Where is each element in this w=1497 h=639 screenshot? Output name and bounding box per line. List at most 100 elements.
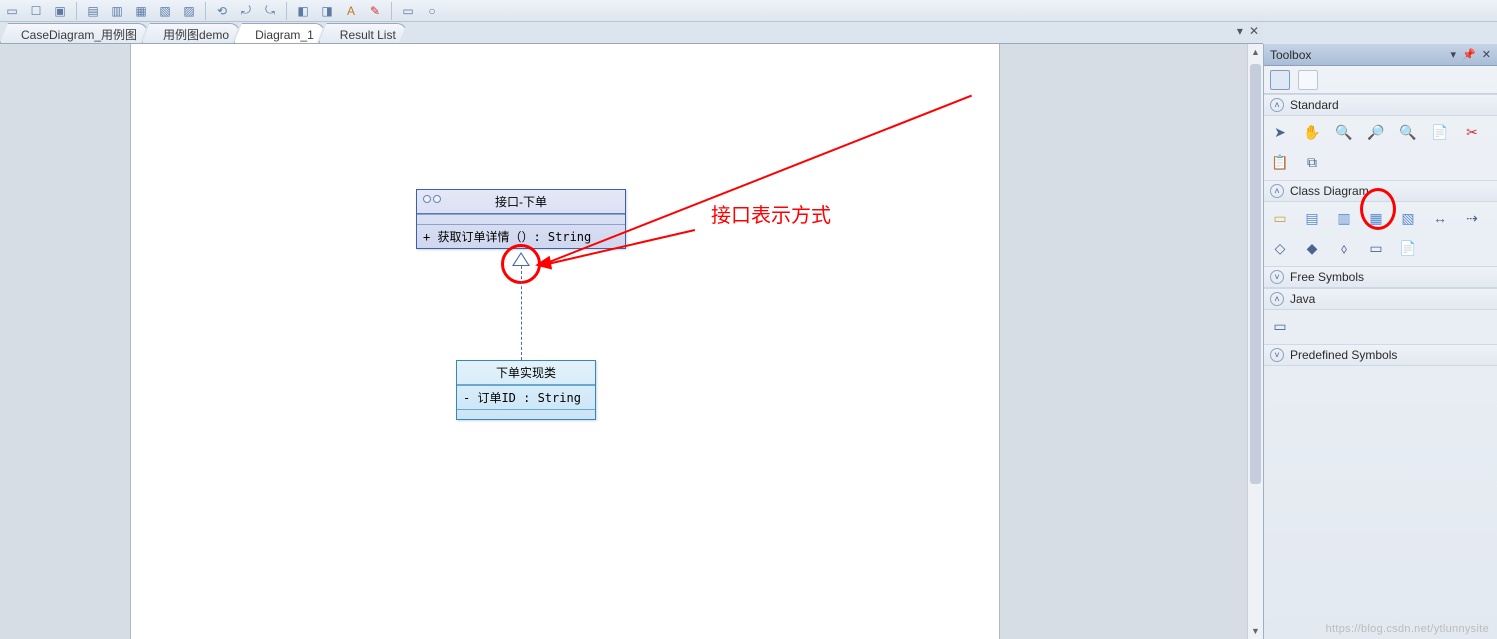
toolbox-titlebar[interactable]: Toolbox ▾ 📌 ✕ bbox=[1264, 44, 1497, 66]
section-body-classdiagram: ▭ ▤ ▥ ▦ ▧ ↔ ⇢ ◇ ◆ ⬨ ▭ 📄 bbox=[1264, 202, 1497, 266]
scroll-up-icon[interactable]: ▲ bbox=[1248, 44, 1263, 60]
lollipop-icon bbox=[423, 195, 441, 203]
annotation-text: 接口表示方式 bbox=[711, 199, 831, 228]
toolbox-title-text: Toolbox bbox=[1270, 48, 1311, 62]
toolbar-icon[interactable]: ▦ bbox=[133, 3, 149, 19]
watermark-text: https://blog.csdn.net/ytlunnysite bbox=[1326, 623, 1489, 635]
generalization-tool-icon[interactable]: ▧ bbox=[1398, 208, 1418, 228]
section-header-standard[interactable]: ˄ Standard bbox=[1264, 94, 1497, 116]
interface-tool-icon[interactable]: ▥ bbox=[1334, 208, 1354, 228]
toolbar-icon[interactable]: ☐ bbox=[28, 3, 44, 19]
note-tool-icon[interactable]: ▭ bbox=[1366, 238, 1386, 258]
properties-icon[interactable]: 📄 bbox=[1430, 122, 1450, 142]
tab-label: CaseDiagram_用例图 bbox=[21, 26, 137, 43]
tab-label: 用例图demo bbox=[163, 26, 229, 43]
toolbar-icon[interactable]: ▤ bbox=[85, 3, 101, 19]
composition-tool-icon[interactable]: ◆ bbox=[1302, 238, 1322, 258]
toolbar-icon[interactable]: ⤾ bbox=[238, 3, 254, 19]
tabs-menu-icon[interactable]: ▾ bbox=[1237, 24, 1243, 38]
scroll-down-icon[interactable]: ▼ bbox=[1248, 623, 1263, 639]
toolbar-icon[interactable]: ▭ bbox=[4, 3, 20, 19]
separator bbox=[391, 2, 392, 20]
link-icon[interactable]: ⧉ bbox=[1302, 152, 1322, 172]
java-class-tool-icon[interactable]: ▭ bbox=[1270, 316, 1290, 336]
dependency-tool-icon[interactable]: ⇢ bbox=[1462, 208, 1482, 228]
section-header-predef[interactable]: ˅ Predefined Symbols bbox=[1264, 344, 1497, 366]
uml-attributes-empty bbox=[417, 214, 625, 224]
panel-close-icon[interactable]: ✕ bbox=[1482, 48, 1491, 61]
toolbar-icon[interactable]: ▨ bbox=[181, 3, 197, 19]
section-header-java[interactable]: ˄ Java bbox=[1264, 288, 1497, 310]
view-list[interactable] bbox=[1298, 70, 1318, 90]
scroll-thumb[interactable] bbox=[1250, 64, 1261, 484]
class-tool-icon[interactable]: ▤ bbox=[1302, 208, 1322, 228]
chevron-up-icon: ˄ bbox=[1270, 184, 1284, 198]
tab-usecase-demo[interactable]: 用例图demo bbox=[142, 23, 240, 43]
section-body-java: ▭ bbox=[1264, 310, 1497, 344]
annotation-circle-toolbox bbox=[1360, 188, 1396, 230]
annotation-arrowhead-icon bbox=[534, 256, 552, 273]
uml-class-box[interactable]: 下单实现类 - 订单ID : String bbox=[456, 360, 596, 420]
section-title: Free Symbols bbox=[1290, 270, 1364, 284]
toolbar-icon[interactable]: ○ bbox=[424, 3, 440, 19]
toolbox-view-strip bbox=[1264, 66, 1497, 94]
section-header-free[interactable]: ˅ Free Symbols bbox=[1264, 266, 1497, 288]
zoom-out-icon[interactable]: 🔎 bbox=[1366, 122, 1386, 142]
panel-menu-icon[interactable]: ▾ bbox=[1451, 48, 1457, 61]
uml-interface-title: 接口-下单 bbox=[495, 195, 547, 209]
separator bbox=[205, 2, 206, 20]
toolbar-icon[interactable]: A bbox=[343, 3, 359, 19]
association-tool-icon[interactable]: ↔ bbox=[1430, 208, 1450, 228]
chevron-up-icon: ˄ bbox=[1270, 292, 1284, 306]
diagram-page[interactable]: 接口-下单 + 获取订单详情（）: String 下单实现类 - 订单ID : … bbox=[130, 44, 1000, 639]
toolbar-icon[interactable]: ▧ bbox=[157, 3, 173, 19]
pan-tool-icon[interactable]: ✋ bbox=[1302, 122, 1322, 142]
toolbar-icon[interactable]: ▭ bbox=[400, 3, 416, 19]
uml-class-attr: - 订单ID : String bbox=[457, 385, 595, 409]
cut-icon[interactable]: ✂ bbox=[1462, 122, 1482, 142]
nary-tool-icon[interactable]: ⬨ bbox=[1334, 238, 1354, 258]
panel-pin-icon[interactable]: 📌 bbox=[1462, 48, 1476, 61]
app-toolbar: ▭ ☐ ▣ ▤ ▥ ▦ ▧ ▨ ⟲ ⤾ ⤿ ◧ ◨ A ✎ ▭ ○ bbox=[0, 0, 1497, 22]
toolbar-icon[interactable]: ▣ bbox=[52, 3, 68, 19]
aggregation-tool-icon[interactable]: ◇ bbox=[1270, 238, 1290, 258]
tab-casediagram[interactable]: CaseDiagram_用例图 bbox=[0, 23, 148, 43]
vertical-scrollbar[interactable]: ▲ ▼ bbox=[1247, 44, 1263, 639]
tabs-close-icon[interactable]: ✕ bbox=[1249, 24, 1259, 38]
tab-label: Diagram_1 bbox=[255, 28, 314, 42]
uml-ops-empty bbox=[457, 409, 595, 419]
tab-diagram-1[interactable]: Diagram_1 bbox=[234, 23, 325, 43]
chevron-down-icon: ˅ bbox=[1270, 270, 1284, 284]
paste-icon[interactable]: 📋 bbox=[1270, 152, 1290, 172]
annotation-arrow-line bbox=[539, 95, 972, 267]
section-title: Standard bbox=[1290, 98, 1339, 112]
toolbar-icon[interactable]: ◧ bbox=[295, 3, 311, 19]
toolbar-icon[interactable]: ⤿ bbox=[262, 3, 278, 19]
pointer-tool-icon[interactable]: ➤ bbox=[1270, 122, 1290, 142]
view-large-icons[interactable] bbox=[1270, 70, 1290, 90]
realization-line[interactable] bbox=[521, 266, 522, 360]
section-title: Java bbox=[1290, 292, 1315, 306]
uml-interface-box[interactable]: 接口-下单 + 获取订单详情（）: String bbox=[416, 189, 626, 249]
package-tool-icon[interactable]: ▭ bbox=[1270, 208, 1290, 228]
toolbar-icon[interactable]: ✎ bbox=[367, 3, 383, 19]
toolbar-icon[interactable]: ⟲ bbox=[214, 3, 230, 19]
toolbar-icon[interactable]: ▥ bbox=[109, 3, 125, 19]
document-tool-icon[interactable]: 📄 bbox=[1398, 238, 1418, 258]
diagram-canvas-viewport[interactable]: 接口-下单 + 获取订单详情（）: String 下单实现类 - 订单ID : … bbox=[0, 44, 1263, 639]
separator bbox=[286, 2, 287, 20]
tab-result-list[interactable]: Result List bbox=[319, 23, 407, 43]
uml-title-row: 接口-下单 bbox=[417, 190, 625, 214]
document-tabs: CaseDiagram_用例图 用例图demo Diagram_1 Result… bbox=[0, 22, 1263, 44]
toolbox-panel: Toolbox ▾ 📌 ✕ ˄ Standard ➤ ✋ 🔍 🔎 🔍 📄 ✂ 📋 bbox=[1263, 44, 1497, 639]
toolbar-icon[interactable]: ◨ bbox=[319, 3, 335, 19]
section-title: Class Diagram bbox=[1290, 184, 1369, 198]
section-title: Predefined Symbols bbox=[1290, 348, 1397, 362]
separator bbox=[76, 2, 77, 20]
chevron-down-icon: ˅ bbox=[1270, 348, 1284, 362]
chevron-up-icon: ˄ bbox=[1270, 98, 1284, 112]
uml-class-title: 下单实现类 bbox=[457, 361, 595, 385]
section-body-standard: ➤ ✋ 🔍 🔎 🔍 📄 ✂ 📋 ⧉ bbox=[1264, 116, 1497, 180]
zoom-in-icon[interactable]: 🔍 bbox=[1334, 122, 1354, 142]
zoom-fit-icon[interactable]: 🔍 bbox=[1398, 122, 1418, 142]
